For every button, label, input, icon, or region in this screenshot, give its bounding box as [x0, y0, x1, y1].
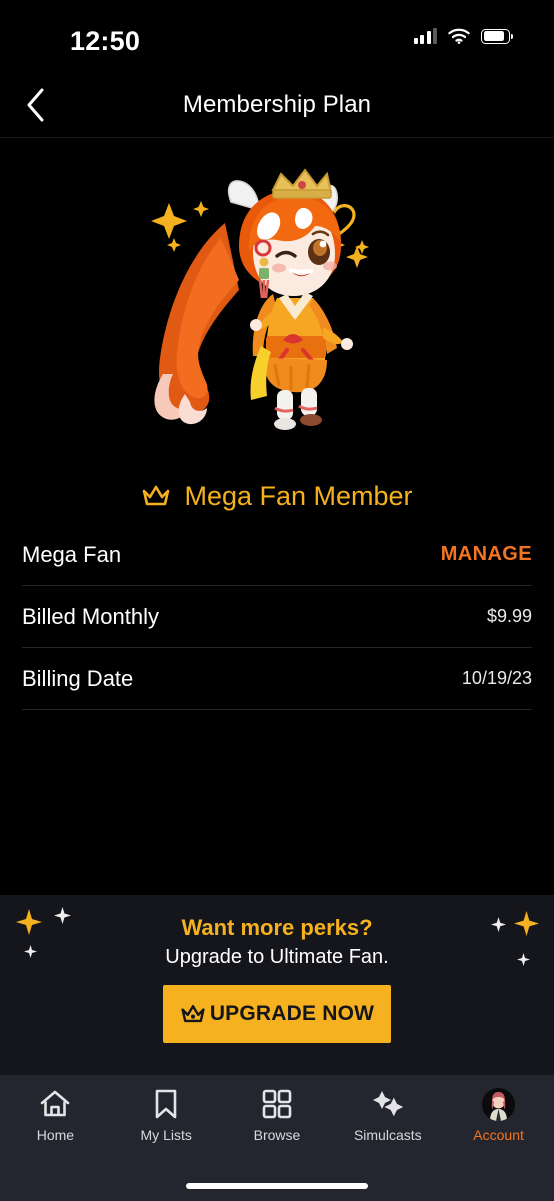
- status-icons: [413, 28, 513, 44]
- status-bar: 12:50: [0, 0, 554, 72]
- row-label: Billed Monthly: [22, 603, 159, 629]
- upgrade-now-label: UPGRADE NOW: [209, 1002, 375, 1025]
- membership-title: Mega Fan Member: [184, 480, 413, 511]
- home-indicator: [186, 1183, 368, 1189]
- manage-button[interactable]: MANAGE: [441, 543, 532, 566]
- table-row: Billing Date 10/19/23: [22, 648, 532, 710]
- promo-title: Want more perks?: [181, 915, 373, 940]
- tab-browse[interactable]: Browse: [222, 1088, 333, 1143]
- page-title: Membership Plan: [182, 90, 372, 118]
- membership-title-row: Mega Fan Member: [0, 468, 554, 524]
- tab-label: Simulcasts: [353, 1127, 422, 1143]
- promo-subtitle: Upgrade to Ultimate Fan.: [165, 946, 389, 968]
- tab-label: Account: [473, 1127, 524, 1143]
- tab-label: Home: [36, 1127, 75, 1143]
- app-screen: 12:50 Membership Plan Mega Fan Member Me…: [0, 0, 554, 1201]
- avatar: [482, 1087, 516, 1121]
- sparkle-star-icon: [24, 945, 37, 958]
- row-label: Billing Date: [22, 665, 134, 691]
- crown-icon: [181, 1004, 205, 1023]
- tab-simulcasts[interactable]: Simulcasts: [332, 1088, 443, 1143]
- row-value: 10/19/23: [461, 668, 532, 688]
- table-row: Mega Fan MANAGE: [22, 524, 532, 586]
- status-time: 12:50: [70, 26, 141, 56]
- bookmark-icon: [153, 1088, 179, 1120]
- battery-icon: [481, 28, 513, 44]
- avatar-icon: [482, 1087, 516, 1121]
- sparkles-icon: [372, 1088, 404, 1120]
- row-label: Mega Fan: [22, 541, 122, 567]
- sparkle-star-icon: [517, 953, 530, 966]
- cellular-signal-icon: [413, 28, 437, 44]
- tab-label: Browse: [253, 1127, 301, 1143]
- sparkle-star-icon: [16, 909, 42, 935]
- mascot-illustration: [0, 138, 554, 468]
- table-row: Billed Monthly $9.99: [22, 586, 532, 648]
- sparkle-star-icon: [54, 907, 71, 924]
- bottom-tab-bar: Home My Lists Browse Simulcasts Account: [0, 1075, 554, 1201]
- navigation-bar: Membership Plan: [0, 72, 554, 138]
- tab-account[interactable]: Account: [443, 1087, 554, 1143]
- grid-icon: [262, 1088, 292, 1120]
- tab-my-lists[interactable]: My Lists: [111, 1088, 222, 1143]
- sparkle-star-icon: [514, 911, 539, 936]
- upgrade-now-button[interactable]: UPGRADE NOW: [163, 985, 391, 1043]
- home-icon: [39, 1088, 71, 1120]
- sparkle-star-icon: [491, 917, 506, 932]
- plan-detail-list: Mega Fan MANAGE Billed Monthly $9.99 Bil…: [0, 524, 554, 710]
- upgrade-promo-banner: Want more perks? Upgrade to Ultimate Fan…: [0, 895, 554, 1075]
- crunchyroll-hime-mascot: [127, 168, 427, 438]
- tab-label: My Lists: [140, 1127, 192, 1143]
- tab-home[interactable]: Home: [0, 1088, 111, 1143]
- crown-icon: [143, 485, 170, 506]
- wifi-icon: [448, 28, 470, 44]
- row-value: $9.99: [486, 606, 532, 626]
